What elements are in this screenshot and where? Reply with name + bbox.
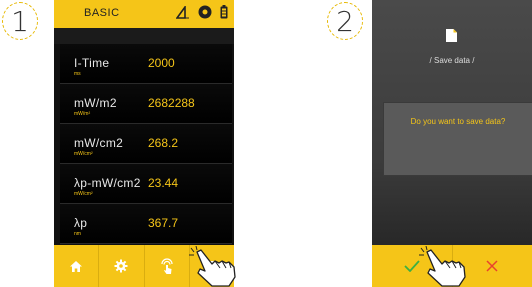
measurement-row-lp[interactable]: λp nm 367.7 (60, 204, 232, 244)
row-label: mW/cm2 (74, 136, 124, 150)
page-title: BASIC (84, 7, 120, 19)
pointing-hand-icon (419, 246, 466, 287)
home-button[interactable] (54, 245, 100, 287)
measurement-row-itime[interactable]: I-Time ms 2000 (60, 44, 232, 84)
row-unit: mW/cm² (74, 191, 93, 197)
home-icon (70, 260, 83, 272)
phone-screen-save-dialog: / Save data / Do you want to save data? (372, 0, 532, 287)
row-label: λp (74, 216, 88, 230)
step-2-number: 2 (336, 4, 354, 38)
row-label: mW/m2 (74, 96, 117, 110)
header-bar: BASIC (54, 0, 234, 28)
step-1-badge: 1 (2, 2, 38, 40)
row-unit: ms (74, 71, 81, 77)
row-value: 268.2 (148, 136, 179, 150)
row-unit: mW/m² (74, 111, 91, 117)
screen-caption: / Save data / (429, 56, 475, 65)
settings-badge-icon[interactable] (198, 5, 212, 19)
row-value: 23.44 (148, 176, 179, 190)
settings-button[interactable] (99, 245, 145, 287)
step-1-number: 1 (11, 4, 29, 38)
measurement-row-mw-cm2[interactable]: mW/cm2 mW/cm² 268.2 (60, 124, 232, 164)
measurement-row-mw-m2[interactable]: mW/m2 mW/m² 2682288 (60, 84, 232, 124)
row-unit: nm (74, 231, 81, 237)
save-dialog: Do you want to save data? (383, 102, 532, 176)
dialog-question: Do you want to save data? (410, 117, 506, 126)
status-band (54, 28, 234, 44)
ruler-icon[interactable] (176, 5, 190, 19)
row-value: 2682288 (148, 96, 195, 110)
battery-icon (220, 5, 228, 19)
row-unit: mW/cm² (74, 151, 93, 157)
touch-icon (161, 257, 173, 274)
measurement-row-lp-mw-cm2[interactable]: λp-mW/cm2 mW/cm² 23.44 (60, 164, 232, 204)
gear-icon (114, 259, 128, 273)
close-icon (486, 260, 498, 272)
row-label: I-Time (74, 56, 110, 70)
file-icon (446, 29, 457, 42)
row-value: 367.7 (148, 216, 179, 230)
touch-button[interactable] (145, 245, 190, 287)
step-2-badge: 2 (327, 2, 363, 40)
measurement-list: I-Time ms 2000 mW/m2 mW/m² 2682288 mW/cm… (60, 44, 232, 244)
pointing-hand-icon (189, 246, 236, 287)
row-label: λp-mW/cm2 (74, 176, 141, 190)
row-value: 2000 (148, 56, 175, 70)
phone-screen-basic: BASIC I-Time ms 2000 mW/m2 mW/m² 2682288… (54, 0, 234, 287)
